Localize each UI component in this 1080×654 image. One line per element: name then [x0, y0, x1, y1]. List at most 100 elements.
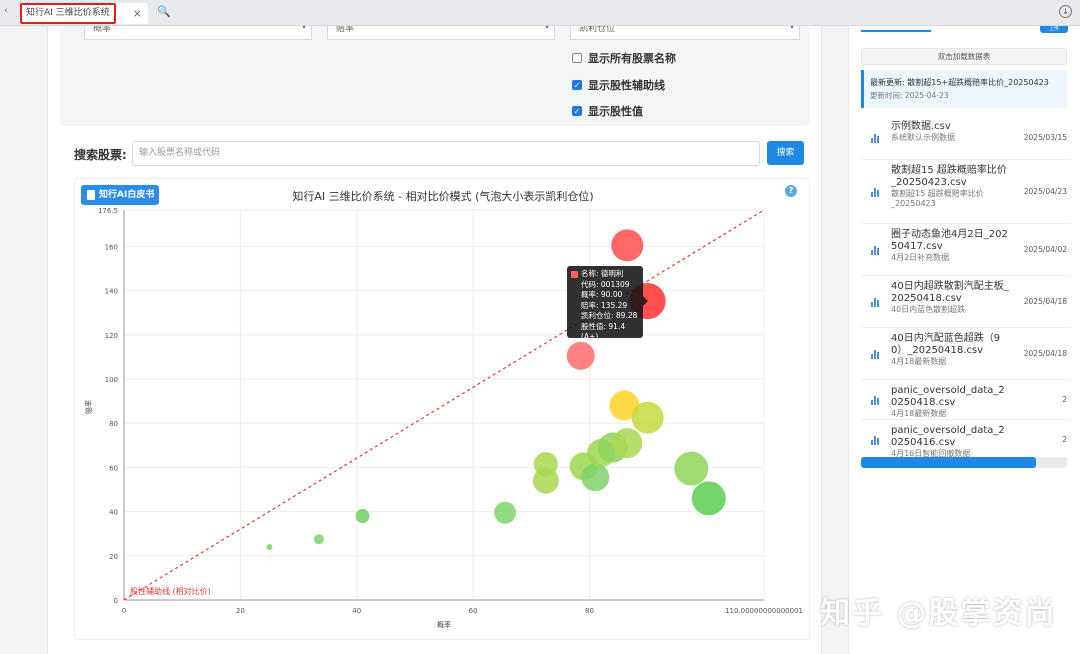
- latest-update-text: 最新更新: 散割超15+超跌概赔率比价_20250423: [870, 78, 1049, 87]
- download-icon[interactable]: ↓: [1059, 5, 1072, 18]
- file-date: 2025/03/15: [1023, 133, 1067, 142]
- file-desc: 40日内蓝色散割超跌: [891, 305, 966, 314]
- checkbox-show-guide-line[interactable]: ✓ 显示股性辅助线: [572, 77, 665, 93]
- x-tick-label: 40: [352, 607, 361, 615]
- search-label: 搜索股票:: [74, 148, 127, 162]
- y-tick-label: 160: [105, 243, 118, 251]
- checkbox-label: 显示所有股票名称: [588, 52, 676, 65]
- y-axis-label: 赔率: [84, 400, 93, 414]
- file-item[interactable]: 圈子动态鱼池4月2日_20250417.csv 4月2日补充数据 2025/04/0…: [861, 224, 1071, 276]
- checkbox-label: 显示股性辅助线: [588, 79, 665, 92]
- file-name: 40日内超跌散割汽配主板_20250418.csv: [891, 281, 1009, 304]
- file-date: 2025/04/18: [1023, 349, 1067, 358]
- y-tick-label: 0: [114, 597, 118, 605]
- file-date: 2025/04/23: [1023, 187, 1067, 196]
- chart-file-icon: [871, 133, 881, 143]
- file-date: 2: [1062, 395, 1067, 404]
- chart-card: 0 20 40 60 80 100 120 140 160 176.5 0 20 40 60 80 110.0…: [74, 178, 810, 640]
- progress-bar: [861, 457, 1067, 468]
- file-item[interactable]: panic_oversold_data_20250416.csv 4月16日智能回…: [861, 420, 1071, 460]
- search-input[interactable]: 输入股票名称或代码: [132, 141, 760, 166]
- file-list: 示例数据.csv 系统默认示例数据 2025/03/15 散割超15 超跌概赔率比价_…: [861, 116, 1071, 460]
- update-time: 更新时间: 2025-04-23: [870, 91, 949, 100]
- x-axis-label: 概率: [437, 620, 451, 629]
- y-tick-label: 80: [109, 420, 118, 428]
- checkbox-box[interactable]: [572, 53, 582, 63]
- browser-tab-bar: ‹ 知行AI 三维比价系统 × 🔍 ↓: [0, 0, 1080, 26]
- controls-panel: 概率 ▾ 赔率 ▾ 凯利仓位 ▾ 显示所有股票名称 ✓ 显示股性辅助线 ✓ 显示…: [60, 26, 810, 126]
- chart-file-icon: [871, 245, 881, 255]
- close-icon[interactable]: ×: [133, 3, 142, 24]
- data-bubble: [494, 501, 517, 524]
- checkbox-label: 显示股性值: [588, 105, 643, 118]
- size-select[interactable]: 凯利仓位 ▾: [570, 26, 800, 40]
- file-item[interactable]: 40日内汽配蓝色超跌（90）_20250418.csv 4月18最新数据 2025/…: [861, 328, 1071, 380]
- file-name: 散割超15 超跌概赔率比价_20250423.csv: [891, 165, 1007, 188]
- upload-button[interactable]: 上传: [1040, 26, 1068, 33]
- y-tick-label: 100: [105, 376, 118, 384]
- data-bubble: [612, 428, 643, 459]
- chevron-down-icon: ▾: [789, 26, 794, 31]
- file-desc: 散割超15 超跌概赔率比价_20250423: [891, 189, 984, 208]
- help-icon[interactable]: ?: [785, 185, 797, 197]
- chart-file-icon: [871, 395, 881, 405]
- file-name: panic_oversold_data_20250418.csv: [891, 385, 1005, 408]
- bubble-chart[interactable]: 0 20 40 60 80 100 120 140 160 176.5 0 20 40 60 80 110.0…: [75, 179, 811, 641]
- data-bubble: [313, 534, 324, 545]
- tooltip-line-name: 名称: 德明利: [581, 269, 624, 278]
- tooltip-line-code: 代码: 001309: [581, 279, 630, 289]
- file-desc: 4月2日补充数据: [891, 253, 950, 262]
- y-tick-label: 40: [109, 509, 118, 517]
- data-bubble: [355, 509, 370, 524]
- y-axis-select[interactable]: 赔率 ▾: [327, 26, 555, 40]
- file-desc: 4月18最新数据: [891, 409, 947, 418]
- data-bubble: [533, 452, 558, 477]
- tooltip-line-odds: 赔率: 135.29: [581, 300, 628, 310]
- file-item[interactable]: panic_oversold_data_20250418.csv 4月18最新数据…: [861, 380, 1071, 420]
- file-date: 2025/04/18: [1023, 297, 1067, 306]
- file-item[interactable]: 示例数据.csv 系统默认示例数据 2025/03/15: [861, 116, 1071, 160]
- checkbox-box[interactable]: ✓: [572, 80, 582, 90]
- file-desc: 系统默认示例数据: [891, 133, 955, 142]
- chevron-down-icon: ▾: [544, 26, 549, 31]
- book-icon: [87, 190, 95, 200]
- tooltip-line-prob: 概率: 90.00: [581, 290, 623, 299]
- file-name: 40日内汽配蓝色超跌（90）_20250418.csv: [891, 333, 1001, 356]
- file-name: panic_oversold_data_20250416.csv: [891, 425, 1005, 448]
- guide-line-label: 股性辅助线 (相对比价): [130, 586, 211, 596]
- main-panel: 概率 ▾ 赔率 ▾ 凯利仓位 ▾ 显示所有股票名称 ✓ 显示股性辅助线 ✓ 显示…: [47, 26, 822, 654]
- file-date: 2: [1062, 435, 1067, 444]
- file-name: 示例数据.csv: [891, 121, 951, 132]
- data-bubble: [691, 481, 726, 516]
- checkbox-box[interactable]: ✓: [572, 106, 582, 116]
- back-icon[interactable]: ‹: [4, 5, 8, 16]
- sidebar-tab-indicator: [861, 30, 931, 32]
- whitepaper-button-label: 知行AI白皮书: [99, 190, 155, 200]
- y-tick-label: 120: [105, 332, 118, 340]
- checkbox-show-all-names[interactable]: 显示所有股票名称: [572, 50, 676, 66]
- data-bubble: [566, 341, 595, 370]
- load-table-button[interactable]: 双击加载数据表: [861, 48, 1067, 65]
- x-axis-select[interactable]: 概率 ▾: [84, 26, 312, 40]
- tooltip-line-score: 股性值: 91.4 (A+): [581, 321, 626, 342]
- file-item[interactable]: 40日内超跌散割汽配主板_20250418.csv 40日内蓝色散割超跌 2025/…: [861, 276, 1071, 328]
- data-bubble: [631, 401, 664, 434]
- data-bubble: [581, 463, 610, 492]
- guide-line: [123, 209, 765, 601]
- tooltip-swatch: [571, 271, 578, 278]
- x-tick-label: 80: [585, 607, 594, 615]
- chart-file-icon: [871, 435, 881, 445]
- data-bubble: [266, 543, 273, 550]
- search-button[interactable]: 搜索: [767, 141, 804, 165]
- data-bubble: [674, 451, 709, 486]
- file-item[interactable]: 散割超15 超跌概赔率比价_20250423.csv 散割超15 超跌概赔率比价_…: [861, 160, 1071, 224]
- checkbox-show-stock-value[interactable]: ✓ 显示股性值: [572, 103, 643, 119]
- chart-file-icon: [871, 349, 881, 359]
- progress-fill: [861, 457, 1037, 468]
- x-axis-select-value: 概率: [93, 26, 112, 34]
- search-icon[interactable]: 🔍: [157, 5, 171, 18]
- chart-title: 知行AI 三维比价系统 - 相对比价模式 (气泡大小表示凯利仓位): [292, 189, 593, 203]
- whitepaper-button[interactable]: 知行AI白皮书: [81, 185, 159, 205]
- file-date: 2025/04/02: [1023, 245, 1067, 254]
- latest-update-banner: 最新更新: 散割超15+超跌概赔率比价_20250423 更新时间: 2025-…: [861, 70, 1067, 108]
